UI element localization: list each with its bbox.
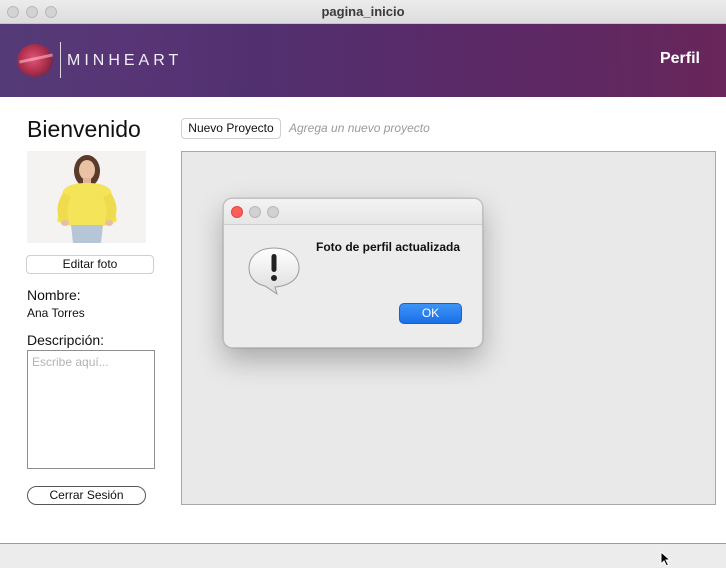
header-banner: MINHEART Perfil [0,24,726,97]
window-title: pagina_inicio [321,4,405,19]
alert-dialog: Foto de perfil actualizada OK [223,198,483,348]
new-project-button[interactable]: Nuevo Proyecto [181,118,281,139]
dialog-maximize-button [267,206,279,218]
dialog-titlebar [224,199,482,225]
edit-photo-button[interactable]: Editar foto [26,255,154,274]
profile-photo [27,151,146,243]
description-label: Descripción: [27,332,105,348]
dialog-minimize-button [249,206,261,218]
dialog-message: Foto de perfil actualizada [316,240,461,254]
ok-button[interactable]: OK [399,303,462,324]
name-label: Nombre: [27,287,81,303]
profile-photo-image [27,151,146,243]
profile-link[interactable]: Perfil [660,50,700,68]
brand-logo-icon [17,44,53,77]
window-titlebar: pagina_inicio [0,0,726,24]
mouse-cursor-icon [660,551,671,567]
brand-name: MINHEART [67,52,183,69]
name-value: Ana Torres [27,306,85,320]
logo-divider [60,42,61,78]
status-bar [0,543,726,568]
logout-button[interactable]: Cerrar Sesión [27,486,146,505]
dialog-close-button[interactable] [231,206,243,218]
welcome-heading: Bienvenido [27,116,141,142]
new-project-hint: Agrega un nuevo proyecto [289,121,430,135]
exclamation-speech-bubble-icon [248,247,300,296]
description-textarea[interactable] [27,350,155,469]
